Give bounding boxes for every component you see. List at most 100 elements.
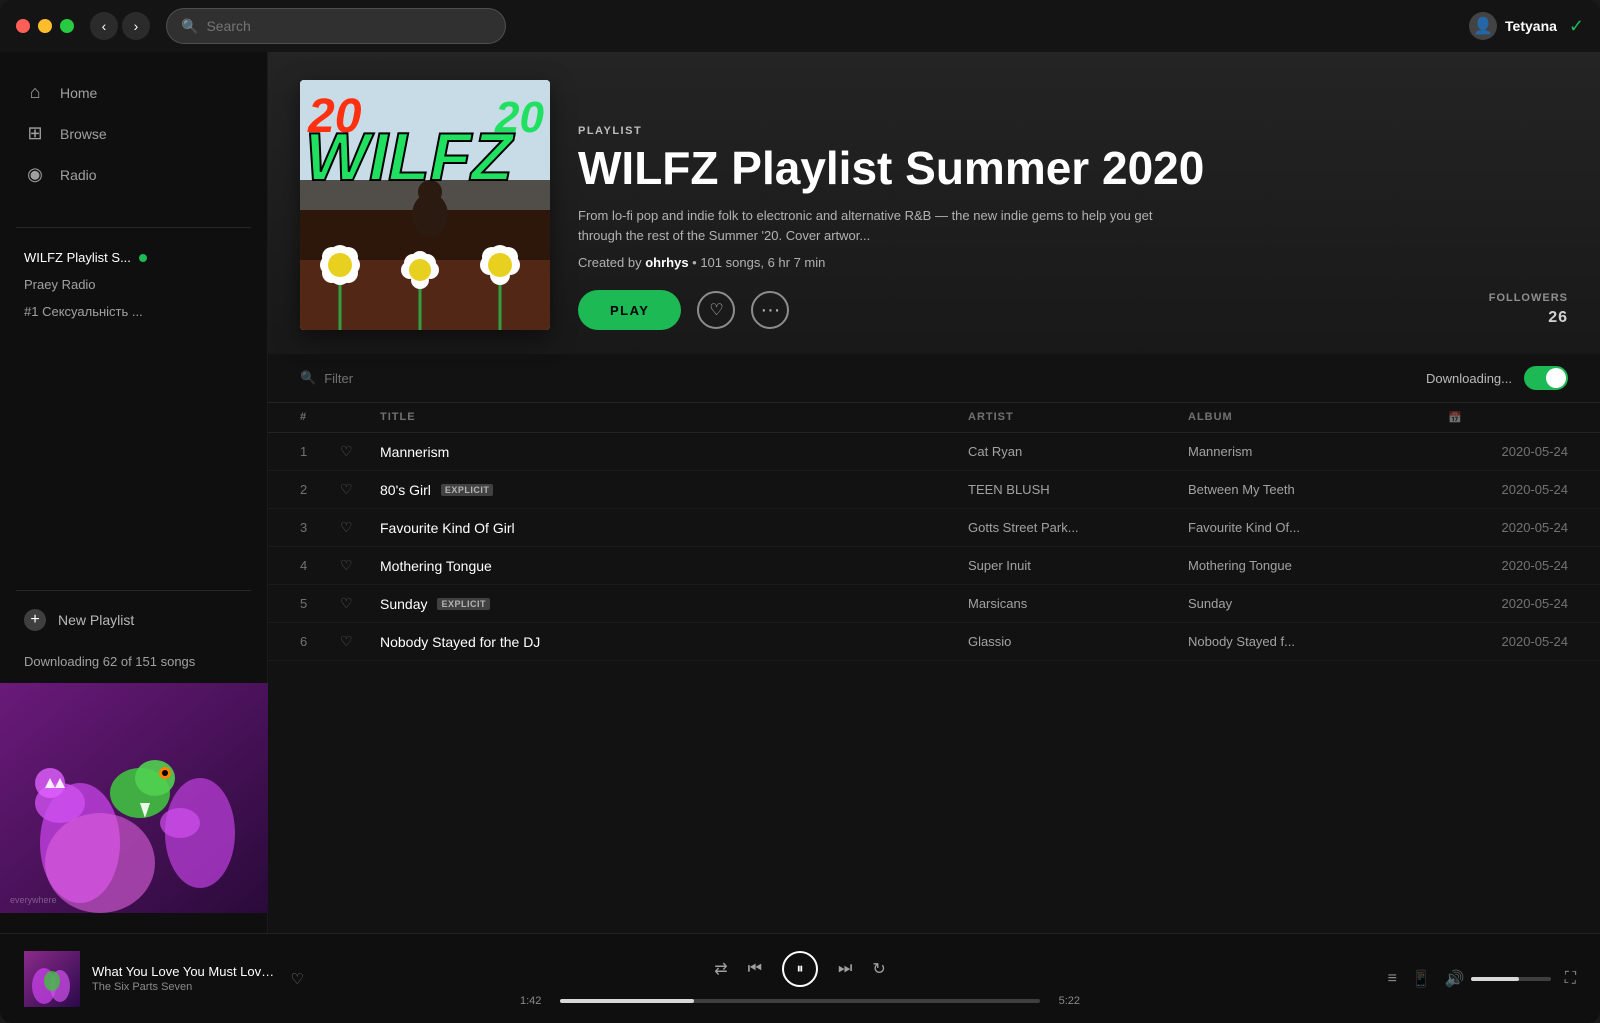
song-heart-icon[interactable]: ♡ bbox=[340, 481, 380, 498]
download-status: Downloading 62 of 151 songs bbox=[0, 641, 267, 683]
song-date: 2020-05-24 bbox=[1448, 596, 1568, 611]
sidebar: ⌂ Home ⊞ Browse ◉ Radio WILFZ Playlist S… bbox=[0, 52, 268, 933]
song-artist: Glassio bbox=[968, 634, 1188, 649]
song-artist: Super Inuit bbox=[968, 558, 1188, 573]
song-album: Sunday bbox=[1188, 596, 1448, 611]
song-number: 3 bbox=[300, 520, 340, 535]
table-row[interactable]: 1 ♡ Mannerism Cat Ryan Mannerism 2020-05… bbox=[268, 433, 1600, 471]
sidebar-item-radio[interactable]: ◉ Radio bbox=[16, 154, 251, 195]
downloading-label: Downloading... bbox=[1426, 371, 1512, 386]
song-date: 2020-05-24 bbox=[1448, 520, 1568, 535]
filter-input[interactable]: 🔍 Filter bbox=[300, 370, 353, 386]
col-artist: ARTIST bbox=[968, 411, 1188, 424]
username-label: Tetyana bbox=[1505, 18, 1557, 34]
home-icon: ⌂ bbox=[24, 82, 46, 103]
col-album: ALBUM bbox=[1188, 411, 1448, 424]
sidebar-item-home[interactable]: ⌂ Home bbox=[16, 72, 251, 113]
time-total: 5:22 bbox=[1050, 995, 1080, 1007]
filter-icon: 🔍 bbox=[300, 370, 316, 386]
song-title: Mannerism bbox=[380, 444, 449, 460]
progress-fill bbox=[560, 999, 694, 1003]
table-row[interactable]: 2 ♡ 80's Girl EXPLICIT TEEN BLUSH Betwee… bbox=[268, 471, 1600, 509]
more-options-button[interactable]: ··· bbox=[751, 291, 789, 329]
svg-text:everywhere: everywhere bbox=[10, 895, 57, 905]
song-album: Nobody Stayed f... bbox=[1188, 634, 1448, 649]
volume-track[interactable] bbox=[1471, 977, 1551, 981]
table-row[interactable]: 4 ♡ Mothering Tongue Super Inuit Motheri… bbox=[268, 547, 1600, 585]
song-heart-icon[interactable]: ♡ bbox=[340, 633, 380, 650]
control-buttons: ⇄ ⏮ ⏸ ⏭ ↻ bbox=[714, 951, 886, 987]
song-title: Sunday bbox=[380, 596, 427, 612]
search-bar[interactable]: 🔍 bbox=[166, 8, 506, 44]
avatar: 👤 bbox=[1469, 12, 1497, 40]
now-playing: What You Love You Must Love Now The Six … bbox=[24, 951, 304, 1007]
table-row[interactable]: 6 ♡ Nobody Stayed for the DJ Glassio Nob… bbox=[268, 623, 1600, 661]
sidebar-divider bbox=[16, 227, 251, 228]
download-toggle[interactable] bbox=[1524, 366, 1568, 390]
minimize-button[interactable] bbox=[38, 19, 52, 33]
new-playlist-button[interactable]: + New Playlist bbox=[0, 599, 267, 641]
playlist-actions: PLAY ♡ ··· FOLLOWERS 26 bbox=[578, 290, 1568, 330]
song-heart-icon[interactable]: ♡ bbox=[340, 557, 380, 574]
song-artist: Gotts Street Park... bbox=[968, 520, 1188, 535]
like-button[interactable]: ♡ bbox=[697, 291, 735, 329]
maximize-button[interactable] bbox=[60, 19, 74, 33]
toggle-knob bbox=[1546, 368, 1566, 388]
browse-icon: ⊞ bbox=[24, 123, 46, 144]
song-album: Mannerism bbox=[1188, 444, 1448, 459]
fullscreen-button[interactable]: ⛶ bbox=[1565, 970, 1576, 988]
shuffle-button[interactable]: ⇄ bbox=[714, 959, 727, 979]
song-number: 1 bbox=[300, 444, 340, 459]
table-row[interactable]: 5 ♡ Sunday EXPLICIT Marsicans Sunday 202… bbox=[268, 585, 1600, 623]
pause-button[interactable]: ⏸ bbox=[782, 951, 818, 987]
user-profile[interactable]: 👤 Tetyana bbox=[1469, 12, 1557, 40]
progress-bar[interactable]: 1:42 5:22 bbox=[520, 995, 1080, 1007]
sidebar-album-art: everywhere bbox=[0, 683, 268, 913]
sidebar-radio-label: Radio bbox=[60, 167, 97, 183]
previous-button[interactable]: ⏮ bbox=[748, 960, 762, 978]
search-input[interactable] bbox=[206, 18, 491, 34]
now-playing-heart-icon[interactable]: ♡ bbox=[291, 970, 304, 988]
close-button[interactable] bbox=[16, 19, 30, 33]
player-right: ≡ 📱 🔊 ⛶ bbox=[1296, 969, 1576, 989]
radio-icon: ◉ bbox=[24, 164, 46, 185]
playlist-type-label: PLAYLIST bbox=[578, 125, 1568, 137]
explicit-badge: EXPLICIT bbox=[437, 598, 490, 610]
repeat-button[interactable]: ↻ bbox=[872, 959, 885, 979]
sidebar-playlist-praey[interactable]: Praey Radio bbox=[16, 271, 251, 298]
sidebar-playlist-wilfz[interactable]: WILFZ Playlist S... bbox=[16, 244, 251, 271]
song-heart-icon[interactable]: ♡ bbox=[340, 443, 380, 460]
queue-button[interactable]: ≡ bbox=[1388, 970, 1397, 988]
play-button[interactable]: PLAY bbox=[578, 290, 681, 330]
sidebar-item-browse[interactable]: ⊞ Browse bbox=[16, 113, 251, 154]
song-number: 5 bbox=[300, 596, 340, 611]
col-date: 📅 bbox=[1448, 411, 1568, 424]
followers-label: FOLLOWERS bbox=[1489, 292, 1568, 304]
col-num: # bbox=[300, 411, 340, 424]
back-button[interactable]: ‹ bbox=[90, 12, 118, 40]
col-title: TITLE bbox=[380, 411, 968, 424]
followers-count: FOLLOWERS 26 bbox=[1489, 291, 1568, 329]
sidebar-home-label: Home bbox=[60, 85, 97, 101]
next-button[interactable]: ⏭ bbox=[838, 960, 852, 978]
playlist-cover: 20 WILFZ 20 bbox=[300, 80, 550, 330]
song-heart-icon[interactable]: ♡ bbox=[340, 595, 380, 612]
song-date: 2020-05-24 bbox=[1448, 634, 1568, 649]
forward-button[interactable]: › bbox=[122, 12, 150, 40]
volume-icon[interactable]: 🔊 bbox=[1445, 969, 1465, 989]
progress-track[interactable] bbox=[560, 999, 1040, 1003]
devices-button[interactable]: 📱 bbox=[1411, 969, 1431, 989]
songs-toolbar: 🔍 Filter Downloading... bbox=[268, 354, 1600, 403]
explicit-badge: EXPLICIT bbox=[441, 484, 494, 496]
song-heart-icon[interactable]: ♡ bbox=[340, 519, 380, 536]
playlist-title: WILFZ Playlist Summer 2020 bbox=[578, 143, 1568, 194]
songs-area[interactable]: 🔍 Filter Downloading... # TITLE ARTIST A… bbox=[268, 354, 1600, 933]
song-album: Mothering Tongue bbox=[1188, 558, 1448, 573]
song-number: 2 bbox=[300, 482, 340, 497]
followers-number: 26 bbox=[1489, 307, 1568, 329]
search-icon: 🔍 bbox=[181, 18, 198, 35]
song-artist: Marsicans bbox=[968, 596, 1188, 611]
sidebar-playlist-sexy[interactable]: #1 Сексуальність ... bbox=[16, 298, 251, 325]
song-title: Nobody Stayed for the DJ bbox=[380, 634, 540, 650]
table-row[interactable]: 3 ♡ Favourite Kind Of Girl Gotts Street … bbox=[268, 509, 1600, 547]
